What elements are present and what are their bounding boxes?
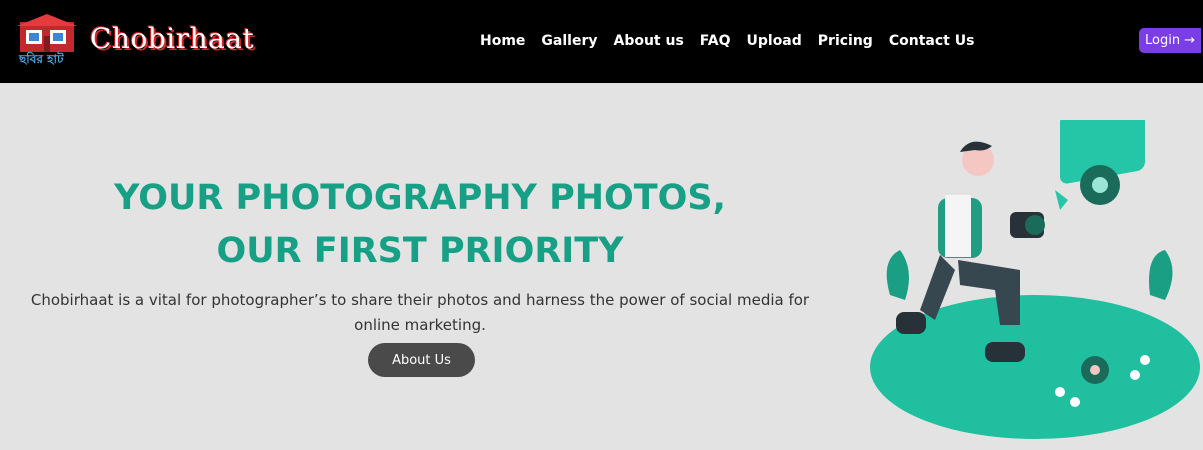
logo-text: ছবির হাট bbox=[19, 52, 64, 66]
nav-faq[interactable]: FAQ bbox=[700, 33, 731, 49]
nav-about-us[interactable]: About us bbox=[613, 33, 683, 49]
brand-name[interactable]: Chobirhaat bbox=[90, 22, 254, 55]
about-us-button[interactable]: About Us bbox=[368, 343, 475, 377]
nav-gallery[interactable]: Gallery bbox=[541, 33, 597, 49]
nav-pricing[interactable]: Pricing bbox=[818, 33, 873, 49]
navbar: ছবির হাট Chobirhaat Home Gallery About u… bbox=[0, 0, 1203, 83]
hero-description: Chobirhaat is a vital for photographer’s… bbox=[30, 291, 810, 334]
nav-links: Home Gallery About us FAQ Upload Pricing… bbox=[480, 33, 974, 49]
logo: ছবির হাট bbox=[17, 14, 77, 66]
brand[interactable]: ছবির হাট bbox=[17, 14, 77, 66]
arrow-right-icon: → bbox=[1184, 33, 1195, 48]
photographer-illustration bbox=[860, 101, 1203, 445]
hero-title-line1: YOUR PHOTOGRAPHY PHOTOS, bbox=[114, 178, 726, 218]
nav-upload[interactable]: Upload bbox=[747, 33, 802, 49]
nav-contact-us[interactable]: Contact Us bbox=[889, 33, 975, 49]
login-label: Login bbox=[1145, 33, 1181, 48]
login-button[interactable]: Login → bbox=[1139, 28, 1201, 53]
nav-home[interactable]: Home bbox=[480, 33, 525, 49]
hero-title-line2: OUR FIRST PRIORITY bbox=[216, 231, 624, 271]
